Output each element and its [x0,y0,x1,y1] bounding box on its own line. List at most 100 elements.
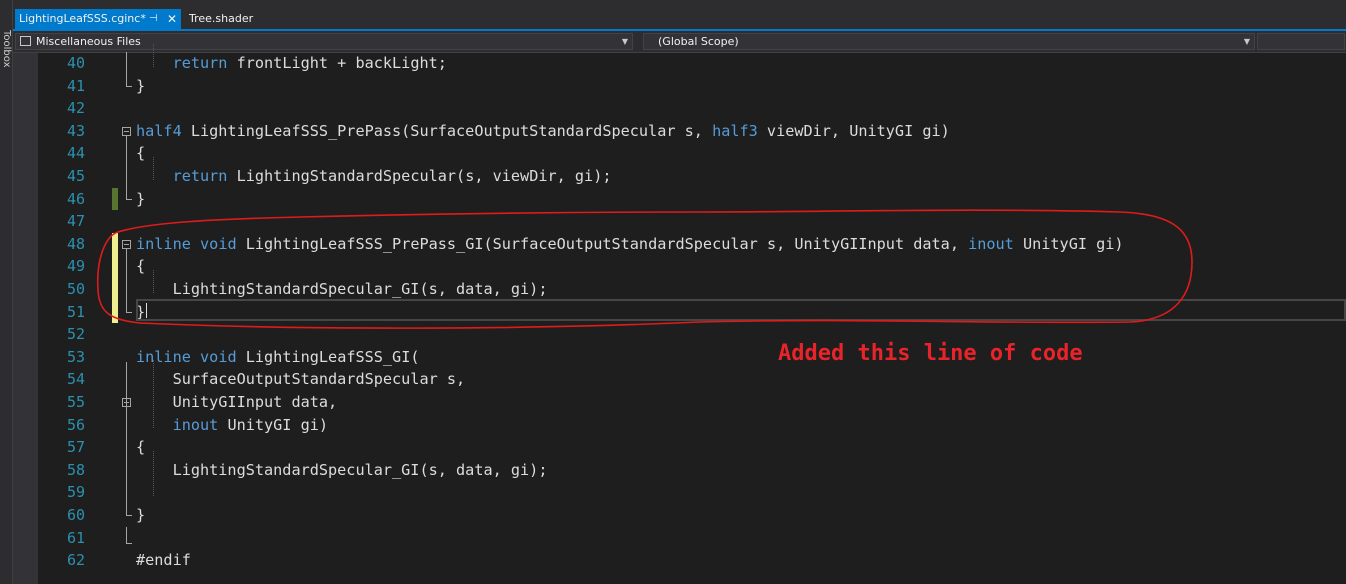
toolbox-label[interactable]: Toolbox [1,30,12,68]
code-line[interactable]: 62 #endif [13,549,1346,572]
code-text[interactable]: { [136,255,145,278]
scope-dropdown-value: (Global Scope) [658,35,739,48]
annotation-text: Added this line of code [778,341,1083,366]
line-number: 44 [66,144,85,163]
code-line[interactable]: 60} [13,504,1346,527]
member-dropdown[interactable] [1257,33,1345,50]
code-text[interactable]: LightingStandardSpecular_GI(s, data, gi)… [136,278,548,301]
code-line[interactable]: 58 LightingStandardSpecular_GI(s, data, … [13,459,1346,482]
line-number: 46 [66,189,85,208]
collapse-icon[interactable] [122,126,131,136]
line-number: 52 [66,325,85,344]
line-number: 41 [66,76,85,95]
code-text[interactable]: } [136,188,145,211]
code-text[interactable]: return frontLight + backLight; [136,52,447,75]
scope-dropdown[interactable]: (Global Scope) ▼ [643,33,1255,50]
code-text[interactable]: } [136,504,145,527]
line-number: 40 [66,54,85,72]
line-number: 48 [66,234,85,253]
project-icon [20,36,31,46]
fold-region-end [126,543,132,545]
tab-label: Tree.shader [189,12,254,25]
code-line[interactable]: 43 half4 LightingLeafSSS_PrePass(SurfaceO… [13,120,1346,143]
line-number: 62 [66,551,85,570]
fold-region-end [126,515,132,516]
navigation-bar: Miscellaneous Files ▼ (Global Scope) ▼ [13,31,1346,53]
line-number: 45 [66,167,85,185]
current-line-highlight [136,299,1346,321]
code-text[interactable]: } [136,75,145,98]
line-number: 49 [66,257,85,276]
code-text[interactable]: inout UnityGI gi) [136,414,328,437]
code-line[interactable]: 57 { [13,436,1346,459]
change-indicator [112,255,118,278]
change-indicator [112,232,118,256]
code-line[interactable]: 41} [13,75,1346,98]
code-text[interactable]: inline void LightingLeafSSS_GI( [136,346,419,369]
line-number: 51 [66,302,85,321]
code-text[interactable]: return LightingStandardSpecular(s, viewD… [136,165,612,188]
code-line[interactable]: 45 return LightingStandardSpecular(s, vi… [13,165,1346,188]
code-text[interactable]: LightingStandardSpecular_GI(s, data, gi)… [136,459,548,482]
fold-region-end [126,198,132,200]
indent-guide [153,450,154,496]
code-text[interactable]: #endif [136,549,191,572]
fold-region-end [126,85,132,87]
code-line[interactable]: 52 [13,323,1346,346]
indent-guide [153,360,154,429]
code-line[interactable]: 61 [13,527,1346,550]
code-line[interactable]: 40 return frontLight + backLight; [13,52,1346,75]
line-number: 50 [66,280,85,298]
change-indicator [112,187,118,211]
document-tab-bar: LightingLeafSSS.cginc* ⊣ ✕ Tree.shader [13,0,1346,31]
code-line[interactable]: 53 inline void LightingLeafSSS_GI( [13,346,1346,369]
line-number: 54 [66,370,85,389]
code-editor[interactable]: 40 return frontLight + backLight; 41} 42 43… [13,44,1346,584]
pin-icon[interactable]: ⊣ [149,9,158,29]
close-icon[interactable]: ✕ [167,9,177,29]
code-line[interactable]: 46} [13,187,1346,211]
code-text[interactable]: half4 LightingLeafSSS_PrePass(SurfaceOut… [136,120,950,143]
change-indicator [112,278,118,301]
tab-label: LightingLeafSSS.cginc* [19,12,146,25]
tab-tree-shader[interactable]: Tree.shader [185,9,265,29]
code-line[interactable]: 49 { [13,255,1346,278]
line-number: 58 [66,460,85,479]
code-text[interactable]: SurfaceOutputStandardSpecular s, [136,368,466,391]
toolbox-strip[interactable]: Toolbox [0,0,13,584]
line-number: 61 [66,528,85,547]
indent-guide [153,270,154,293]
code-text[interactable]: UnityGIInput data, [136,391,338,414]
line-number: 55 [66,393,85,411]
code-line[interactable]: 42 [13,97,1346,120]
indent-guide [153,157,154,180]
fold-region-line [126,361,127,515]
code-line[interactable]: 59 [13,481,1346,504]
code-text[interactable]: { [136,142,145,165]
code-line[interactable]: 50 LightingStandardSpecular_GI(s, data, … [13,278,1346,301]
code-line[interactable]: 47 [13,210,1346,233]
code-line[interactable]: 54 SurfaceOutputStandardSpecular s, [13,368,1346,391]
fold-region-line [126,526,127,544]
code-text[interactable]: inline void LightingLeafSSS_PrePass_GI(S… [136,233,1124,256]
collapse-icon[interactable] [122,239,131,249]
code-line[interactable]: 48 inline void LightingLeafSSS_PrePass_GI… [13,232,1346,256]
project-dropdown[interactable]: Miscellaneous Files ▼ [15,33,633,50]
fold-region-line [126,52,127,86]
line-number: 56 [66,415,85,434]
code-line[interactable]: 55 UnityGIInput data, [13,391,1346,414]
code-text[interactable]: { [136,436,145,459]
tab-lightingleafsss[interactable]: LightingLeafSSS.cginc* ⊣ ✕ [15,9,181,29]
line-number: 43 [66,121,85,140]
line-number: 47 [66,212,85,231]
line-number: 57 [66,438,85,457]
line-number: 59 [66,483,85,502]
code-line[interactable]: 56 inout UnityGI gi) [13,414,1346,437]
fold-region-line [126,248,127,312]
indent-guide [153,44,154,67]
line-number: 53 [66,347,85,366]
fold-region-line [126,135,127,199]
code-line[interactable]: 44 { [13,142,1346,165]
line-number: 60 [66,506,85,524]
project-dropdown-value: Miscellaneous Files [36,35,141,48]
